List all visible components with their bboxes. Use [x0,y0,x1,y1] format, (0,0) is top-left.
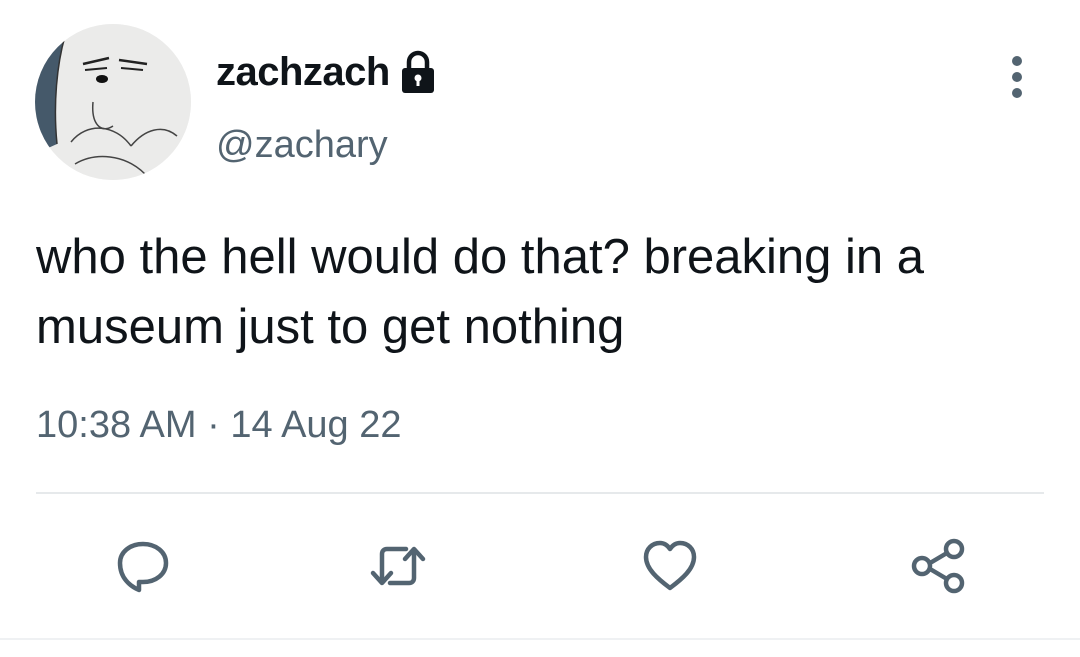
lock-icon [398,49,438,95]
meta-separator: · [207,404,220,446]
user-name-row: zachzach [216,44,438,100]
retweet-icon [370,546,426,586]
display-name[interactable]: zachzach [216,50,390,95]
heart-icon [643,540,697,591]
avatar[interactable] [35,24,191,180]
retweet-button[interactable] [368,536,428,596]
tweet-timestamp: 10:38 AM · 14 Aug 22 [36,404,402,447]
reply-button[interactable] [113,536,173,596]
divider [36,492,1044,494]
tweet-date[interactable]: 14 Aug 22 [230,404,401,446]
tweet-text: who the hell would do that? breaking in … [36,230,925,354]
reply-icon [117,541,169,593]
more-vertical-icon[interactable] [1000,52,1034,102]
bottom-divider [0,638,1080,640]
share-button[interactable] [908,536,968,596]
share-icon [911,538,965,594]
like-button[interactable] [640,536,700,596]
bear-avatar-image [35,24,191,180]
tweet-time[interactable]: 10:38 AM [36,404,197,446]
user-handle[interactable]: @zachary [216,124,388,167]
